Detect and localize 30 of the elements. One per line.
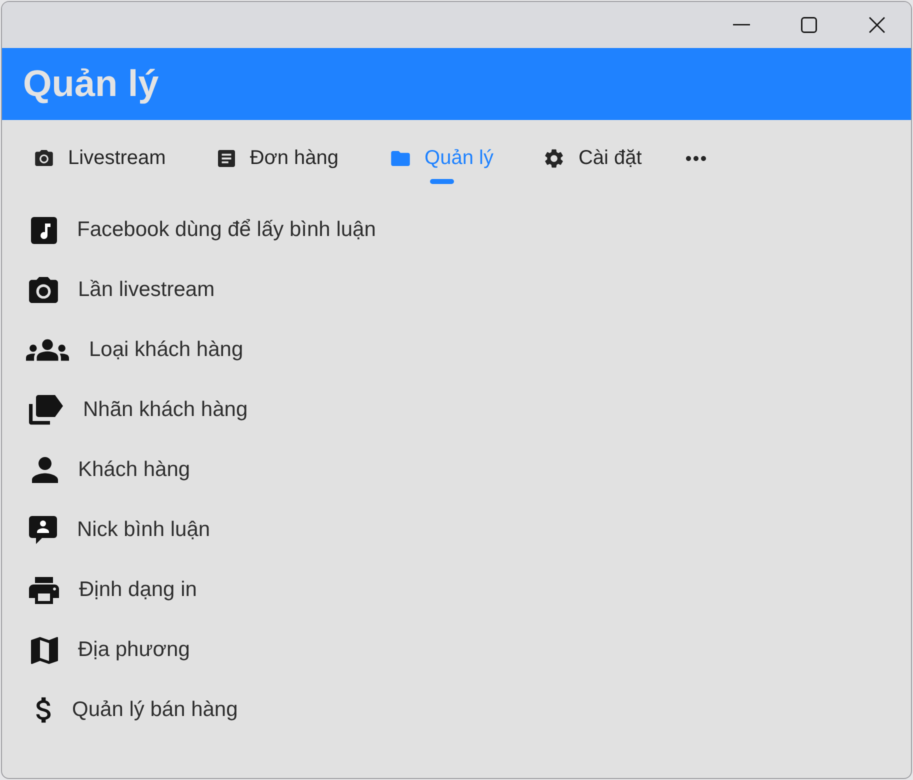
menu-item[interactable]: Khách hàng — [2, 440, 911, 500]
menu-item[interactable]: Quản lý bán hàng — [2, 680, 911, 740]
menu-item[interactable]: Loại khách hàng — [2, 320, 911, 380]
camera-icon — [35, 150, 53, 166]
menu-item[interactable]: Nick bình luận — [2, 500, 911, 560]
menu-item[interactable]: Định dạng in — [2, 560, 911, 620]
tab[interactable]: Đơn hàng — [192, 138, 365, 184]
maximize-icon — [801, 17, 817, 33]
camera-icon — [29, 277, 58, 303]
page-title: Quản lý — [23, 62, 159, 106]
folder-icon — [390, 150, 410, 166]
menu-item[interactable]: Địa phương — [2, 620, 911, 680]
more-icon — [686, 156, 706, 160]
people-group-icon — [26, 339, 69, 361]
settings-icon — [545, 148, 564, 168]
person-icon — [32, 457, 58, 483]
menu-item[interactable]: Facebook dùng để lấy bình luận — [2, 200, 911, 260]
tab[interactable]: Livestream — [9, 138, 192, 184]
printer-icon — [29, 576, 59, 604]
minimize-icon — [732, 24, 750, 26]
tab[interactable]: Cài đặt — [519, 138, 668, 184]
dollar-icon — [36, 697, 52, 723]
document-icon — [218, 150, 235, 166]
music-note-icon — [31, 216, 57, 244]
label-icon — [29, 395, 63, 425]
close-icon — [869, 17, 885, 33]
chat-person-icon — [29, 516, 57, 544]
menu-item[interactable]: Nhãn khách hàng — [2, 380, 911, 440]
map-icon — [31, 636, 58, 664]
menu-item[interactable]: Lần livestream — [2, 260, 911, 320]
